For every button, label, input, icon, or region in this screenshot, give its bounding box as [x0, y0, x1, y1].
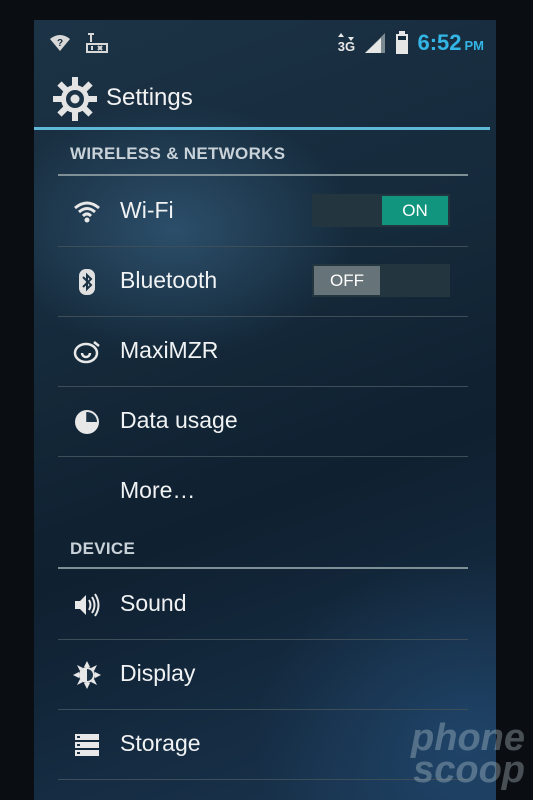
bluetooth-icon	[79, 269, 95, 295]
maximzr-label: MaxiMZR	[120, 337, 219, 363]
bluetooth-toggle-state: OFF	[314, 266, 380, 295]
wifi-label: Wi-Fi	[120, 197, 174, 223]
page-title: Settings	[106, 84, 193, 111]
settings-item-data-usage[interactable]: Data usage	[58, 387, 468, 457]
section-divider	[58, 567, 468, 569]
brightness-icon	[73, 661, 101, 689]
phonescoop-watermark: phone scoop	[411, 719, 525, 791]
action-bar: Settings	[34, 72, 496, 128]
maximzr-icon	[73, 341, 100, 364]
sound-label: Sound	[120, 590, 187, 616]
settings-item-wifi[interactable]: Wi-Fi ON	[58, 177, 468, 247]
settings-item-more[interactable]: More…	[58, 457, 468, 527]
status-indicators: 3G 6:52 PM	[337, 30, 484, 56]
more-label: More…	[120, 477, 196, 503]
section-header-device: DEVICE	[70, 539, 136, 558]
row-divider	[58, 779, 468, 780]
settings-item-display[interactable]: Display	[58, 640, 468, 710]
settings-item-bluetooth[interactable]: Bluetooth OFF	[58, 247, 468, 317]
display-label: Display	[120, 660, 196, 686]
wifi-toggle[interactable]: ON	[312, 194, 450, 227]
bluetooth-label: Bluetooth	[120, 267, 218, 293]
storage-icon	[75, 734, 99, 756]
settings-item-sound[interactable]: Sound	[58, 570, 468, 640]
wifi-toggle-state: ON	[382, 196, 448, 225]
wifi-question-icon: ?	[50, 35, 70, 51]
section-header-wireless: WIRELESS & NETWORKS	[70, 144, 286, 163]
speaker-icon	[75, 593, 100, 617]
carrier-app-icon	[86, 33, 108, 53]
settings-item-storage[interactable]: Storage	[58, 710, 468, 780]
settings-item-maximzr[interactable]: MaxiMZR	[58, 317, 468, 387]
clock: 6:52 PM	[417, 30, 484, 56]
clock-ampm: PM	[464, 38, 485, 53]
storage-label: Storage	[120, 730, 201, 756]
phone-screen: ? 3G 6:52 PM Settings WIRELESS & NETWORK…	[34, 20, 496, 800]
battery-icon	[396, 31, 409, 54]
notification-icons: ?	[48, 32, 110, 54]
clock-time: 6:52	[417, 30, 462, 55]
section-divider	[58, 174, 468, 176]
svg-text:?: ?	[57, 38, 63, 49]
title-divider	[34, 127, 490, 130]
data-usage-label: Data usage	[120, 407, 238, 433]
network-type-indicator: 3G	[337, 33, 355, 53]
wifi-icon	[74, 201, 100, 223]
bluetooth-toggle[interactable]: OFF	[312, 264, 450, 297]
data-usage-icon	[75, 410, 99, 434]
signal-strength-icon	[365, 33, 386, 53]
watermark-line2: scoop	[413, 749, 525, 791]
settings-gear-icon[interactable]	[52, 76, 98, 122]
status-bar: ? 3G 6:52 PM	[34, 20, 496, 68]
